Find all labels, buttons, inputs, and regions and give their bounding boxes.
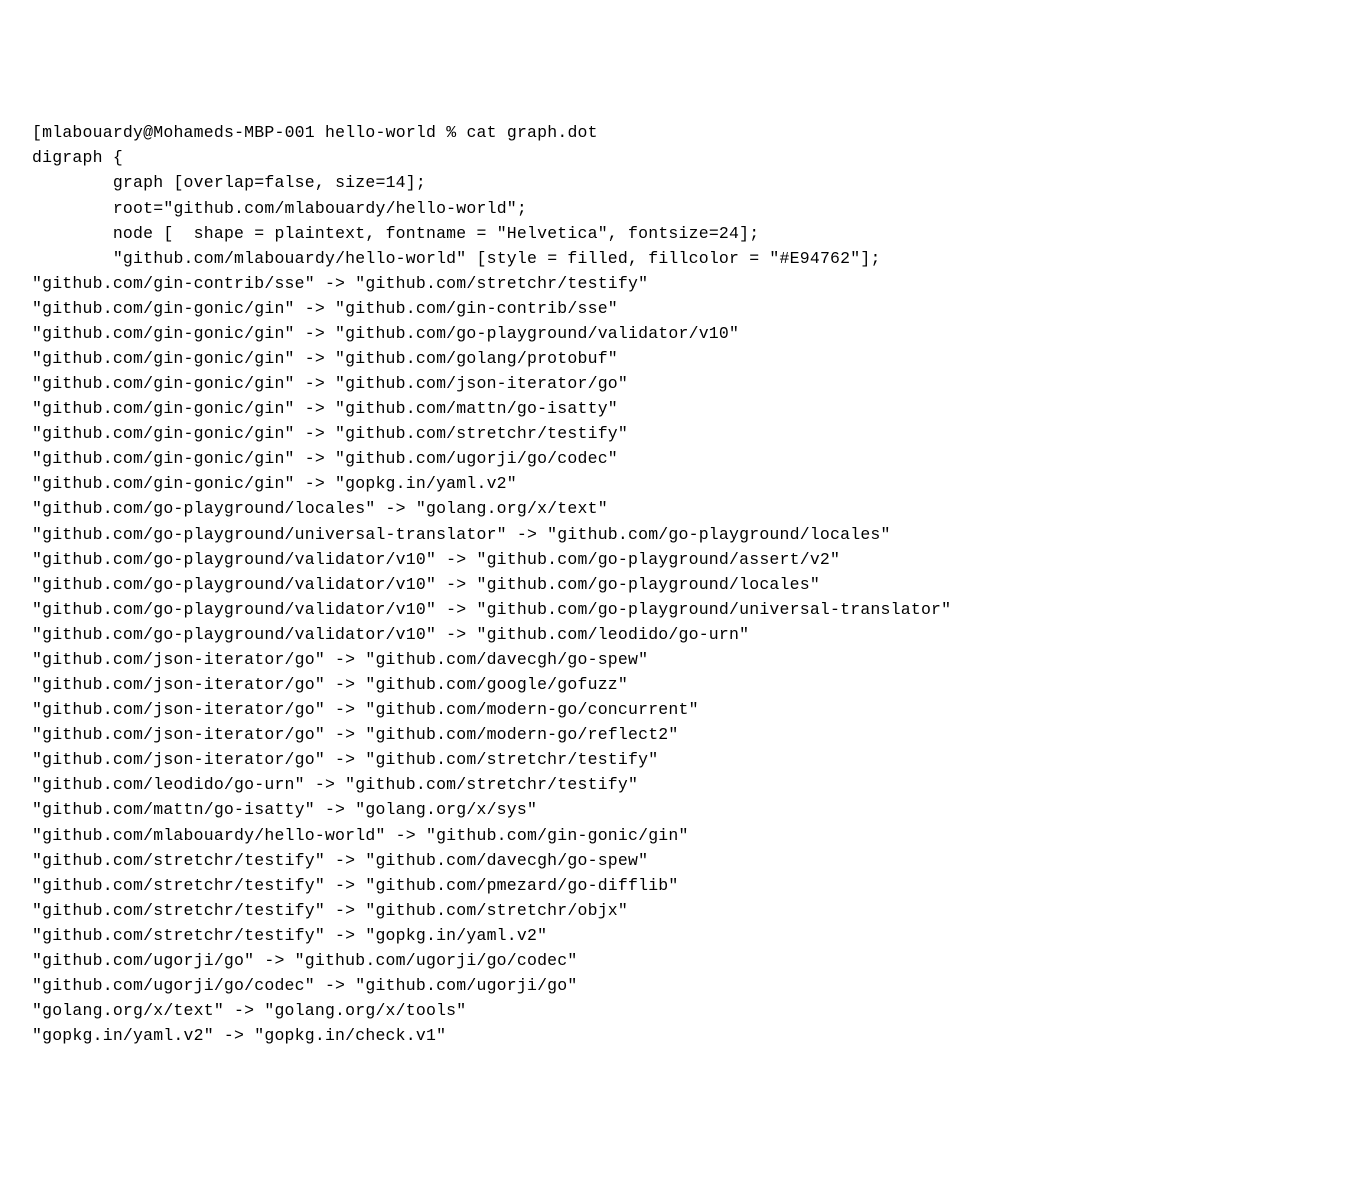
- edge-line: "github.com/json-iterator/go" -> "github…: [32, 722, 1356, 747]
- edge-line: "github.com/go-playground/validator/v10"…: [32, 622, 1356, 647]
- prompt-host: Mohameds-MBP-001: [153, 123, 315, 142]
- prompt-open-bracket: [: [32, 123, 42, 142]
- indent: [32, 196, 113, 221]
- graph-attrs-line: graph [overlap=false, size=14];: [32, 170, 1356, 195]
- edge-line: "github.com/stretchr/testify" -> "github…: [32, 898, 1356, 923]
- edge-line: "github.com/gin-gonic/gin" -> "github.co…: [32, 421, 1356, 446]
- edge-line: "github.com/leodido/go-urn" -> "github.c…: [32, 772, 1356, 797]
- edge-line: "github.com/gin-contrib/sse" -> "github.…: [32, 271, 1356, 296]
- edge-line: "github.com/gin-gonic/gin" -> "github.co…: [32, 371, 1356, 396]
- node-attrs: node [ shape = plaintext, fontname = "He…: [113, 224, 760, 243]
- edge-line: "github.com/json-iterator/go" -> "github…: [32, 697, 1356, 722]
- root-attr: root="github.com/mlabouardy/hello-world"…: [113, 199, 527, 218]
- root-node-line: "github.com/mlabouardy/hello-world" [sty…: [32, 246, 1356, 271]
- edge-line: "gopkg.in/yaml.v2" -> "gopkg.in/check.v1…: [32, 1023, 1356, 1048]
- root-line: root="github.com/mlabouardy/hello-world"…: [32, 196, 1356, 221]
- edge-line: "github.com/go-playground/validator/v10"…: [32, 597, 1356, 622]
- edge-line: "github.com/mattn/go-isatty" -> "golang.…: [32, 797, 1356, 822]
- prompt-line: [mlabouardy@Mohameds-MBP-001 hello-world…: [32, 120, 1356, 145]
- edge-line: "github.com/ugorji/go" -> "github.com/ug…: [32, 948, 1356, 973]
- prompt-user: mlabouardy: [42, 123, 143, 142]
- edge-line: "github.com/json-iterator/go" -> "github…: [32, 672, 1356, 697]
- edge-line: "github.com/stretchr/testify" -> "github…: [32, 848, 1356, 873]
- indent: [32, 221, 113, 246]
- edge-line: "golang.org/x/text" -> "golang.org/x/too…: [32, 998, 1356, 1023]
- edge-line: "github.com/gin-gonic/gin" -> "github.co…: [32, 321, 1356, 346]
- terminal-output: [mlabouardy@Mohameds-MBP-001 hello-world…: [32, 120, 1356, 1048]
- prompt-space: [315, 123, 325, 142]
- digraph-open-line: digraph {: [32, 145, 1356, 170]
- edge-line: "github.com/json-iterator/go" -> "github…: [32, 747, 1356, 772]
- prompt-marker: %: [436, 123, 466, 142]
- edge-line: "github.com/ugorji/go/codec" -> "github.…: [32, 973, 1356, 998]
- prompt-dir: hello-world: [325, 123, 436, 142]
- edge-line: "github.com/mlabouardy/hello-world" -> "…: [32, 823, 1356, 848]
- node-attrs-line: node [ shape = plaintext, fontname = "He…: [32, 221, 1356, 246]
- prompt-at: @: [143, 123, 153, 142]
- edge-line: "github.com/gin-gonic/gin" -> "github.co…: [32, 396, 1356, 421]
- edge-line: "github.com/go-playground/locales" -> "g…: [32, 496, 1356, 521]
- root-node: "github.com/mlabouardy/hello-world" [sty…: [113, 249, 881, 268]
- edge-line: "github.com/go-playground/validator/v10"…: [32, 547, 1356, 572]
- edge-line: "github.com/go-playground/universal-tran…: [32, 522, 1356, 547]
- edges-container: "github.com/gin-contrib/sse" -> "github.…: [32, 271, 1356, 1048]
- graph-attrs: graph [overlap=false, size=14];: [113, 173, 426, 192]
- edge-line: "github.com/go-playground/validator/v10"…: [32, 572, 1356, 597]
- edge-line: "github.com/gin-gonic/gin" -> "gopkg.in/…: [32, 471, 1356, 496]
- edge-line: "github.com/gin-gonic/gin" -> "github.co…: [32, 346, 1356, 371]
- indent: [32, 246, 113, 271]
- edge-line: "github.com/gin-gonic/gin" -> "github.co…: [32, 446, 1356, 471]
- edge-line: "github.com/gin-gonic/gin" -> "github.co…: [32, 296, 1356, 321]
- edge-line: "github.com/json-iterator/go" -> "github…: [32, 647, 1356, 672]
- prompt-command: cat graph.dot: [466, 123, 597, 142]
- edge-line: "github.com/stretchr/testify" -> "gopkg.…: [32, 923, 1356, 948]
- indent: [32, 170, 113, 195]
- edge-line: "github.com/stretchr/testify" -> "github…: [32, 873, 1356, 898]
